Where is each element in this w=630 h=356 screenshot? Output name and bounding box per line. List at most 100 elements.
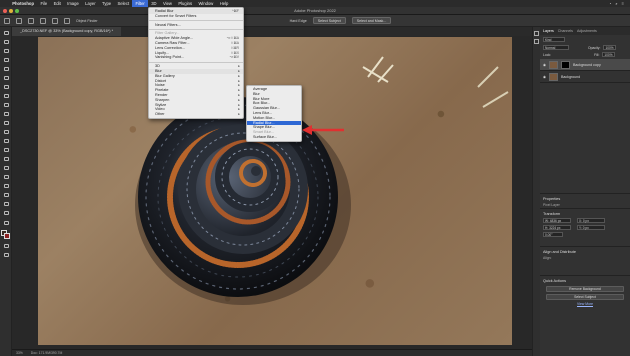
tab-channels[interactable]: Channels xyxy=(558,29,573,33)
object-selection-tool-icon[interactable] xyxy=(2,57,10,63)
eye-icon[interactable]: ◉ xyxy=(543,63,546,67)
menu-window[interactable]: Window xyxy=(195,0,216,7)
filter-menu-item-convert-for-smart-filters[interactable]: Convert for Smart Filters xyxy=(149,14,243,19)
filter-menu-item-other[interactable]: Other ▸ xyxy=(149,112,243,117)
menu-view[interactable]: View xyxy=(160,0,175,7)
search-icon[interactable]: ⌕ xyxy=(615,1,617,6)
eye-icon[interactable]: ◉ xyxy=(543,75,546,79)
menu-item-label: Other xyxy=(155,112,165,117)
menu-app[interactable]: Photoshop xyxy=(9,0,37,7)
hand-tool-icon[interactable] xyxy=(2,201,10,207)
control-center-icon[interactable]: ≡ xyxy=(622,1,624,6)
fill-field[interactable]: 100% xyxy=(602,52,615,57)
zoom-level[interactable]: 33% xyxy=(16,351,23,355)
background-color-swatch[interactable] xyxy=(4,233,10,239)
properties-title[interactable]: Properties xyxy=(540,193,630,202)
zoom-tool-icon[interactable] xyxy=(2,210,10,216)
pen-tool-icon[interactable] xyxy=(2,165,10,171)
healing-brush-tool-icon[interactable] xyxy=(2,93,10,99)
menu-item-label: Liquify... xyxy=(155,50,169,55)
x-field[interactable]: X: 0 px xyxy=(577,218,605,223)
history-panel-icon[interactable] xyxy=(534,31,539,36)
menu-plugins[interactable]: Plugins xyxy=(175,0,195,7)
layer-thumbnail xyxy=(548,72,558,81)
align-title[interactable]: Align and Distribute xyxy=(540,246,630,255)
gradient-tool-icon[interactable] xyxy=(2,138,10,144)
wifi-icon[interactable]: ◔ xyxy=(609,1,611,6)
select-subject-button[interactable]: Select Subject xyxy=(312,17,346,24)
menu-3d[interactable]: 3D xyxy=(148,0,160,7)
menu-image[interactable]: Image xyxy=(64,0,82,7)
tool-preset-icon[interactable] xyxy=(16,17,22,24)
menu-filter[interactable]: Filter xyxy=(132,0,149,7)
subtract-selection-icon[interactable] xyxy=(52,17,58,24)
select-subject-panel-button[interactable]: Select Subject xyxy=(546,294,624,300)
filter-menu-item-vanishing-point[interactable]: Vanishing Point... ⌥⌘V xyxy=(149,55,243,60)
menu-help[interactable]: Help xyxy=(217,0,232,7)
more-tools-icon[interactable] xyxy=(2,220,10,226)
home-icon[interactable] xyxy=(4,17,10,24)
opacity-field[interactable]: 100% xyxy=(603,45,616,50)
filter-menu-item-neural-filters[interactable]: Neural Filters... xyxy=(149,23,243,28)
view-more-link[interactable]: View More xyxy=(540,302,630,306)
menu-separator xyxy=(149,61,243,63)
eraser-tool-icon[interactable] xyxy=(2,129,10,135)
object-finder-label[interactable]: Object Finder xyxy=(76,19,98,23)
path-selection-tool-icon[interactable] xyxy=(2,183,10,189)
screen-mode-icon[interactable] xyxy=(2,252,10,258)
history-brush-tool-icon[interactable] xyxy=(2,120,10,126)
clone-stamp-tool-icon[interactable] xyxy=(2,111,10,117)
move-tool-icon[interactable] xyxy=(2,30,10,36)
eyedropper-tool-icon[interactable] xyxy=(2,84,10,90)
menu-select[interactable]: Select xyxy=(114,0,132,7)
menu-item-label: Blur Gallery xyxy=(155,73,175,78)
remove-background-button[interactable]: Remove Background xyxy=(546,286,624,292)
brush-tool-icon[interactable] xyxy=(2,102,10,108)
menu-item-label: Noise xyxy=(155,83,165,88)
blend-mode-select[interactable]: Normal xyxy=(543,45,569,50)
dodge-tool-icon[interactable] xyxy=(2,156,10,162)
type-tool-icon[interactable] xyxy=(2,174,10,180)
intersect-selection-icon[interactable] xyxy=(64,17,70,24)
menu-item-label: Camera Raw Filter... xyxy=(155,40,190,45)
height-field[interactable]: H: 3224 px xyxy=(543,225,571,230)
layer-row-background[interactable]: ◉ Background xyxy=(540,71,630,83)
menu-item-label: Filter Gallery... xyxy=(155,31,180,36)
y-field[interactable]: Y: 0 px xyxy=(577,225,605,230)
width-field[interactable]: W: 4836 px xyxy=(543,218,571,223)
transform-title[interactable]: Transform xyxy=(540,208,630,217)
layer-name: Background copy xyxy=(572,62,601,67)
document-tab[interactable]: _DSC2730.NEF @ 33% (Background copy, RGB… xyxy=(12,27,122,36)
actions-panel-icon[interactable] xyxy=(534,39,539,44)
lasso-tool-icon[interactable] xyxy=(2,48,10,54)
menu-item-label: Radial Blur xyxy=(155,9,174,13)
quick-mask-icon[interactable] xyxy=(2,243,10,249)
menu-layer[interactable]: Layer xyxy=(82,0,99,7)
layer-row-background-copy[interactable]: ◉ Background copy xyxy=(540,59,630,71)
hard-edge-label[interactable]: Hard Edge xyxy=(290,19,307,23)
frame-tool-icon[interactable] xyxy=(2,75,10,81)
chevron-right-icon: ▸ xyxy=(238,112,240,117)
layer-mask-thumbnail[interactable] xyxy=(560,60,570,69)
rectangle-tool-icon[interactable] xyxy=(2,192,10,198)
menu-item-label: Vanishing Point... xyxy=(155,55,185,60)
tab-adjustments[interactable]: Adjustments xyxy=(577,29,597,33)
menu-edit[interactable]: Edit xyxy=(50,0,64,7)
blur-tool-icon[interactable] xyxy=(2,147,10,153)
select-and-mask-button[interactable]: Select and Mask... xyxy=(351,17,392,24)
menu-file[interactable]: File xyxy=(37,0,50,7)
crop-tool-icon[interactable] xyxy=(2,66,10,72)
menu-type[interactable]: Type xyxy=(99,0,114,7)
add-selection-icon[interactable] xyxy=(40,17,46,24)
menu-item-label: Gaussian Blur... xyxy=(253,106,280,111)
menu-item-label: Convert for Smart Filters xyxy=(155,13,197,18)
millipede-photo[interactable] xyxy=(38,37,512,345)
quick-actions-title[interactable]: Quick Actions xyxy=(540,275,630,284)
blur-menu-item-surface-blur[interactable]: Surface Blur... xyxy=(247,135,301,140)
layer-kind-filter[interactable]: Kind xyxy=(543,37,565,42)
status-bar: 33% Doc: 171.9M/390.7M xyxy=(12,349,532,356)
angle-field[interactable]: 0.00° xyxy=(543,232,563,237)
marquee-tool-icon[interactable] xyxy=(2,39,10,45)
new-selection-icon[interactable] xyxy=(28,17,34,24)
tab-layers[interactable]: Layers xyxy=(543,29,554,33)
